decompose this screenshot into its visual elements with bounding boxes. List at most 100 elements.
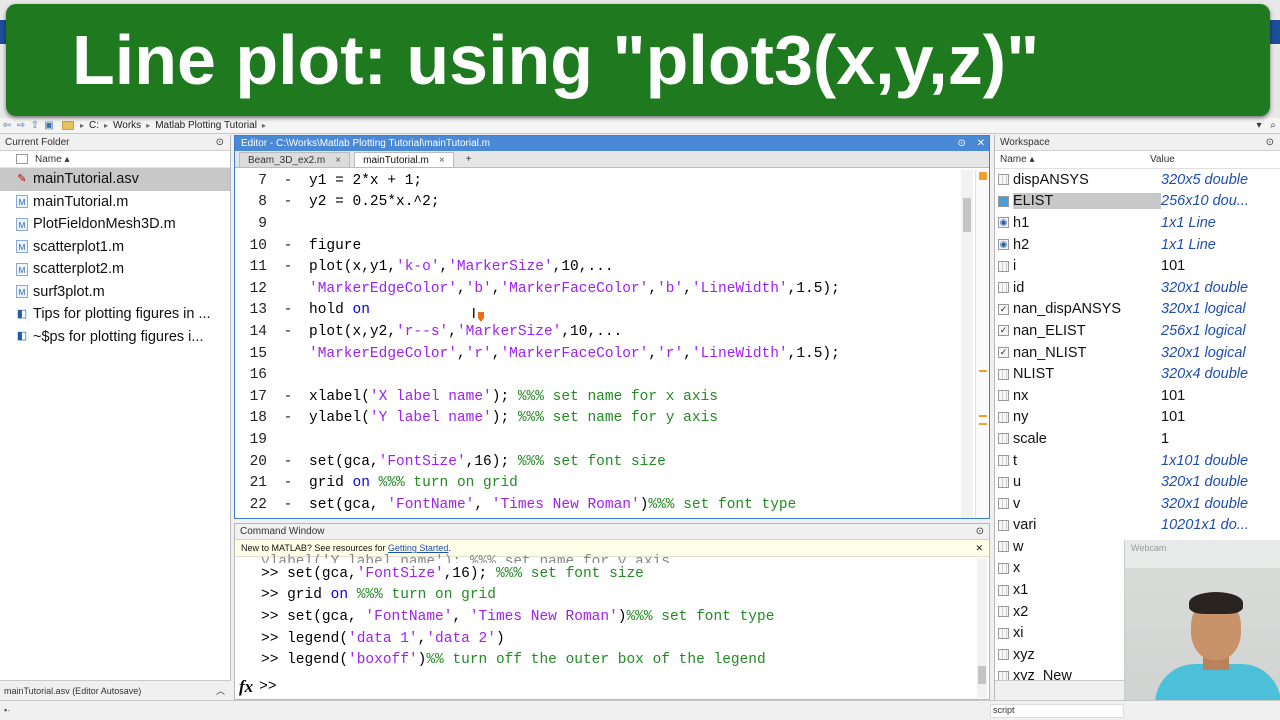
workspace-variable[interactable]: NLIST 320x4 double bbox=[995, 363, 1280, 385]
line-number[interactable]: 11 bbox=[235, 259, 267, 275]
tab-beam-3d-ex2[interactable]: Beam_3D_ex2.m × bbox=[239, 152, 351, 167]
line-number[interactable]: 8 bbox=[235, 194, 267, 210]
line-number[interactable]: 17 bbox=[235, 389, 267, 405]
notice-close-icon[interactable]: ✕ bbox=[975, 543, 983, 554]
code-line[interactable]: 20- set(gca, 'FontSize' ,16); %%% set font … bbox=[235, 451, 963, 473]
editor-scroll-thumb[interactable] bbox=[963, 198, 971, 232]
code-line[interactable]: 9 bbox=[235, 213, 963, 235]
back-arrow-icon[interactable]: ⇦ bbox=[0, 120, 14, 131]
workspace-variable[interactable]: vari 10201x1 do... bbox=[995, 515, 1280, 537]
code-line[interactable]: 10- figure bbox=[235, 235, 963, 257]
workspace-variable[interactable]: dispANSYS 320x5 double bbox=[995, 169, 1280, 191]
code-line[interactable]: 8- y2 = 0.25*x.^2; bbox=[235, 192, 963, 214]
file-item[interactable]: ✎ mainTutorial.asv bbox=[0, 168, 230, 191]
file-item[interactable]: ◧ ~$ps for plotting figures i... bbox=[0, 326, 230, 349]
line-number[interactable]: 12 bbox=[235, 281, 267, 297]
line-number[interactable]: 13 bbox=[235, 302, 267, 318]
editor-scrollbar[interactable] bbox=[961, 170, 973, 518]
workspace-variable[interactable]: scale 1 bbox=[995, 428, 1280, 450]
warning-marker[interactable] bbox=[979, 423, 987, 425]
breakpoint-dash[interactable]: - bbox=[267, 259, 309, 275]
workspace-variable[interactable]: t 1x101 double bbox=[995, 450, 1280, 472]
workspace-variable[interactable]: ◉ h1 1x1 Line bbox=[995, 212, 1280, 234]
up-folder-icon[interactable]: ⇧ bbox=[28, 120, 42, 131]
breakpoint-dash[interactable]: - bbox=[267, 238, 309, 254]
code-line[interactable]: 13- hold on bbox=[235, 300, 963, 322]
breadcrumb-tutorial[interactable]: Matlab Plotting Tutorial bbox=[155, 120, 257, 131]
line-number[interactable]: 10 bbox=[235, 238, 267, 254]
line-number[interactable]: 21 bbox=[235, 475, 267, 491]
workspace-variable[interactable]: ELIST 256x10 dou... bbox=[995, 191, 1280, 213]
folder-column-header[interactable]: Name ▴ bbox=[0, 151, 230, 168]
value-column-header[interactable]: Value bbox=[1150, 154, 1175, 165]
code-line[interactable]: 12 'MarkerEdgeColor','b', 'MarkerFaceColor… bbox=[235, 278, 963, 300]
editor-close-icon[interactable]: ✕ bbox=[977, 138, 985, 149]
tab-close-icon[interactable]: × bbox=[439, 155, 445, 166]
warning-marker[interactable] bbox=[979, 415, 987, 417]
file-item[interactable]: Mscatterplot1.m bbox=[0, 236, 230, 259]
line-number[interactable]: 20 bbox=[235, 454, 267, 470]
command-menu-icon[interactable]: ⊙ bbox=[976, 526, 984, 537]
line-number[interactable]: 22 bbox=[235, 497, 267, 513]
line-number[interactable]: 14 bbox=[235, 324, 267, 340]
line-number[interactable]: 16 bbox=[235, 367, 267, 383]
workspace-variable[interactable]: nx 101 bbox=[995, 385, 1280, 407]
breakpoint-dash[interactable]: - bbox=[267, 475, 309, 491]
warning-indicator-icon[interactable] bbox=[979, 172, 987, 180]
code-line[interactable]: 17- xlabel('X label name'); %%% set name … bbox=[235, 386, 963, 408]
code-line[interactable]: 15 'MarkerEdgeColor','r', 'MarkerFaceColor… bbox=[235, 343, 963, 365]
code-line[interactable]: 7- y1 = 2*x + 1; bbox=[235, 170, 963, 192]
forward-arrow-icon[interactable]: ⇨ bbox=[14, 120, 28, 131]
editor-menu-icon[interactable]: ⊙ bbox=[957, 138, 965, 149]
workspace-variable[interactable]: ◉ h2 1x1 Line bbox=[995, 234, 1280, 256]
file-item[interactable]: ◧ Tips for plotting figures in ... bbox=[0, 303, 230, 326]
breakpoint-dash[interactable]: - bbox=[267, 454, 309, 470]
code-line[interactable]: 18- ylabel('Y label name'); %%% set name … bbox=[235, 408, 963, 430]
workspace-variable[interactable]: v 320x1 double bbox=[995, 493, 1280, 515]
tab-close-icon[interactable]: × bbox=[335, 155, 341, 166]
code-line[interactable]: 21- grid on %%% turn on grid bbox=[235, 472, 963, 494]
breadcrumb-drive[interactable]: C: bbox=[89, 120, 99, 131]
line-number[interactable]: 9 bbox=[235, 216, 267, 232]
line-number[interactable]: 19 bbox=[235, 432, 267, 448]
breakpoint-dash[interactable]: - bbox=[267, 324, 309, 340]
code-line[interactable]: 19 bbox=[235, 429, 963, 451]
tab-main-tutorial[interactable]: mainTutorial.m × bbox=[354, 152, 454, 167]
file-item[interactable]: Msurf3plot.m bbox=[0, 281, 230, 304]
collapse-icon[interactable]: ︿ bbox=[216, 684, 225, 697]
breakpoint-dash[interactable]: - bbox=[267, 302, 309, 318]
browse-folder-icon[interactable]: ▣ bbox=[42, 120, 56, 131]
line-number[interactable]: 7 bbox=[235, 173, 267, 189]
panel-menu-icon[interactable]: ⊙ bbox=[216, 137, 224, 148]
workspace-variable[interactable]: u 320x1 double bbox=[995, 471, 1280, 493]
address-dropdown-icon[interactable]: ▾ bbox=[1252, 120, 1266, 131]
code-area[interactable]: 7- y1 = 2*x + 1; 8- y2 = 0.25*x.^2; 9 10- figu… bbox=[235, 170, 963, 518]
workspace-variable[interactable]: ✓ nan_NLIST 320x1 logical bbox=[995, 342, 1280, 364]
workspace-variable[interactable]: ny 101 bbox=[995, 407, 1280, 429]
name-column-header[interactable]: Name ▴ bbox=[995, 154, 1150, 165]
line-number[interactable]: 18 bbox=[235, 410, 267, 426]
breakpoint-dash[interactable]: - bbox=[267, 173, 309, 189]
workspace-variable[interactable]: ✓ nan_ELIST 256x1 logical bbox=[995, 320, 1280, 342]
code-line[interactable]: 14- plot(x,y2,'r--s', 'MarkerSize' ,10,... bbox=[235, 321, 963, 343]
workspace-variable[interactable]: i 101 bbox=[995, 255, 1280, 277]
search-icon[interactable]: ⌕ bbox=[1266, 120, 1280, 131]
workspace-variable[interactable]: ✓ nan_dispANSYS 320x1 logical bbox=[995, 299, 1280, 321]
command-scroll-thumb[interactable] bbox=[978, 666, 986, 684]
code-line[interactable]: 16 bbox=[235, 364, 963, 386]
breakpoint-dash[interactable]: - bbox=[267, 194, 309, 210]
command-scrollbar[interactable] bbox=[977, 558, 987, 698]
code-line[interactable]: 11- plot(x,y1,'k-o', 'MarkerSize' ,10,... bbox=[235, 256, 963, 278]
breakpoint-dash[interactable]: - bbox=[267, 497, 309, 513]
fx-icon[interactable]: fx bbox=[239, 677, 253, 697]
command-prompt[interactable]: fx >> bbox=[239, 677, 277, 697]
add-tab-button[interactable]: + bbox=[457, 152, 480, 167]
breakpoint-dash[interactable]: - bbox=[267, 410, 309, 426]
workspace-variable[interactable]: id 320x1 double bbox=[995, 277, 1280, 299]
code-line[interactable]: 22- set(gca, 'FontName', 'Times New Roman… bbox=[235, 494, 963, 516]
file-item[interactable]: Mscatterplot2.m bbox=[0, 258, 230, 281]
file-item[interactable]: MmainTutorial.m bbox=[0, 191, 230, 214]
line-number[interactable]: 15 bbox=[235, 346, 267, 362]
getting-started-link[interactable]: Getting Started bbox=[388, 543, 449, 553]
breakpoint-dash[interactable]: - bbox=[267, 389, 309, 405]
